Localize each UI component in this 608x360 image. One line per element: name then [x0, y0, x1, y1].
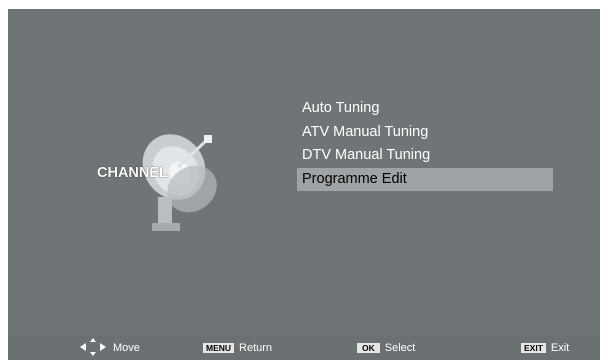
menu-key-icon: MENU: [203, 343, 235, 353]
hint-return: MENU Return: [203, 341, 272, 355]
hint-select-label: Select: [384, 342, 416, 354]
hint-exit-label: Exit: [550, 342, 570, 354]
channel-label: CHANNEL: [97, 165, 168, 181]
menu-item-programme-edit[interactable]: Programme Edit: [297, 167, 553, 191]
exit-key-icon: EXIT: [521, 343, 546, 353]
menu-item-atv-manual-tuning[interactable]: ATV Manual Tuning: [297, 121, 553, 145]
menu-item-dtv-manual-tuning[interactable]: DTV Manual Tuning: [297, 144, 553, 168]
hint-select: OK Select: [357, 341, 415, 355]
ok-key-icon: OK: [357, 343, 380, 353]
hint-exit: EXIT Exit: [521, 341, 569, 355]
dpad-arrows-icon: [80, 338, 106, 356]
hint-move: Move: [78, 338, 140, 356]
hint-return-label: Return: [239, 342, 273, 354]
channel-menu: Auto Tuning ATV Manual Tuning DTV Manual…: [297, 97, 553, 191]
menu-item-auto-tuning[interactable]: Auto Tuning: [297, 97, 553, 121]
satellite-dish-icon: [142, 134, 217, 231]
footer-hint-bar: Move MENU Return OK Select EXIT Exit: [8, 336, 600, 360]
hint-move-label: Move: [113, 342, 140, 354]
